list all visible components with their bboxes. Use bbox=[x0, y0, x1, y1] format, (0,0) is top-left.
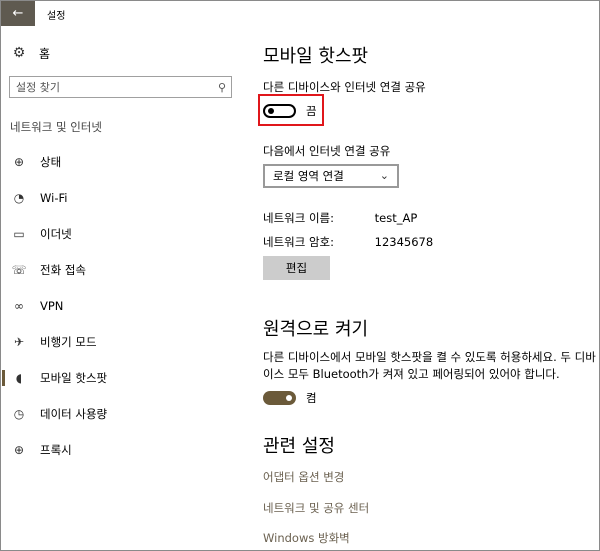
back-button[interactable]: ← bbox=[1, 1, 35, 26]
network-name-row: 네트워크 이름: test_AP bbox=[263, 210, 417, 226]
remote-title: 원격으로 켜기 bbox=[263, 319, 369, 340]
main-content: 모바일 핫스팟 다른 디바이스와 인터넷 연결 공유 끔 다음에서 인터넷 연결… bbox=[258, 26, 598, 550]
sidebar-home-label: 홈 bbox=[39, 46, 51, 61]
data-usage-icon: ◷ bbox=[13, 407, 25, 421]
page-title: 모바일 핫스팟 bbox=[263, 46, 369, 67]
sidebar-item-label: 모바일 핫스팟 bbox=[40, 371, 108, 385]
sidebar-home[interactable]: ⚙ 홈 bbox=[11, 43, 50, 63]
share-toggle-row: 끔 bbox=[263, 103, 317, 119]
share-label: 다른 디바이스와 인터넷 연결 공유 bbox=[263, 80, 426, 94]
sidebar: ⚙ 홈 ⚲ 네트워크 및 인터넷 ⊕ 상태 ◔ Wi-Fi ▭ 이더넷 ☏ 전화 bbox=[1, 26, 233, 550]
sidebar-item-airplane[interactable]: ✈ 비행기 모드 bbox=[1, 324, 233, 360]
toggle-knob bbox=[286, 395, 292, 401]
remote-description: 다른 디바이스에서 모바일 핫스팟을 켤 수 있도록 허용하세요. 두 디바이스… bbox=[263, 350, 596, 381]
share-from-dropdown[interactable]: 로컬 영역 연결 ⌄ bbox=[263, 164, 399, 188]
globe-icon: ⊕ bbox=[13, 155, 25, 169]
hotspot-icon: ◖ bbox=[15, 371, 23, 385]
search-box: ⚲ bbox=[9, 76, 232, 98]
edit-button[interactable]: 편집 bbox=[263, 256, 330, 280]
back-arrow-icon: ← bbox=[12, 6, 24, 21]
network-name-key: 네트워크 이름: bbox=[263, 211, 335, 225]
window-title: 설정 bbox=[47, 11, 66, 22]
search-input[interactable] bbox=[10, 78, 213, 96]
sidebar-item-status[interactable]: ⊕ 상태 bbox=[1, 144, 233, 180]
settings-window: ← 설정 ⚙ 홈 ⚲ 네트워크 및 인터넷 ⊕ 상태 ◔ Wi-Fi ▭ 이더넷 bbox=[0, 0, 600, 551]
share-from-label: 다음에서 인터넷 연결 공유 bbox=[263, 144, 391, 158]
share-toggle[interactable] bbox=[263, 104, 296, 118]
sidebar-item-data-usage[interactable]: ◷ 데이터 사용량 bbox=[1, 396, 233, 432]
share-toggle-label: 끔 bbox=[306, 104, 317, 118]
sidebar-item-label: 이더넷 bbox=[40, 227, 72, 241]
chevron-down-icon: ⌄ bbox=[379, 169, 389, 182]
link-adapter-options[interactable]: 어댑터 옵션 변경 bbox=[263, 469, 344, 485]
network-password-key: 네트워크 암호: bbox=[263, 235, 335, 249]
airplane-icon: ✈ bbox=[13, 335, 25, 349]
network-password-row: 네트워크 암호: 12345678 bbox=[263, 234, 433, 250]
sidebar-item-label: 상태 bbox=[40, 155, 62, 169]
sidebar-item-ethernet[interactable]: ▭ 이더넷 bbox=[1, 216, 233, 252]
network-password-value: 12345678 bbox=[374, 235, 434, 249]
link-windows-firewall[interactable]: Windows 방화벽 bbox=[263, 530, 350, 546]
sidebar-item-label: 프록시 bbox=[40, 443, 72, 457]
sidebar-item-label: 데이터 사용량 bbox=[40, 407, 108, 421]
remote-toggle-label: 켬 bbox=[306, 391, 317, 405]
remote-toggle-row: 켬 bbox=[263, 390, 317, 406]
ethernet-icon: ▭ bbox=[13, 227, 25, 241]
remote-toggle[interactable] bbox=[263, 391, 296, 405]
dropdown-value: 로컬 영역 연결 bbox=[273, 169, 344, 183]
vpn-icon: ∞ bbox=[14, 299, 24, 313]
sidebar-item-mobile-hotspot[interactable]: ◖ 모바일 핫스팟 bbox=[1, 360, 233, 396]
network-name-value: test_AP bbox=[374, 211, 418, 225]
sidebar-item-vpn[interactable]: ∞ VPN bbox=[1, 288, 233, 324]
sidebar-item-label: 전화 접속 bbox=[40, 263, 86, 277]
sidebar-item-dialup[interactable]: ☏ 전화 접속 bbox=[1, 252, 233, 288]
title-bar: ← 설정 bbox=[1, 1, 599, 26]
phone-icon: ☏ bbox=[11, 263, 27, 277]
wifi-icon: ◔ bbox=[13, 191, 25, 205]
section-label: 네트워크 및 인터넷 bbox=[10, 120, 102, 134]
sidebar-item-proxy[interactable]: ⊕ 프록시 bbox=[1, 432, 233, 468]
sidebar-item-label: Wi-Fi bbox=[40, 191, 68, 205]
gear-icon: ⚙ bbox=[12, 45, 26, 61]
related-settings-title: 관련 설정 bbox=[263, 436, 335, 457]
toggle-knob bbox=[268, 108, 274, 114]
search-icon[interactable]: ⚲ bbox=[213, 81, 231, 94]
sidebar-nav: ⊕ 상태 ◔ Wi-Fi ▭ 이더넷 ☏ 전화 접속 ∞ VPN ✈ 비행기 모… bbox=[1, 144, 233, 468]
globe-icon: ⊕ bbox=[13, 443, 25, 457]
sidebar-item-label: 비행기 모드 bbox=[40, 335, 97, 349]
sidebar-item-label: VPN bbox=[40, 299, 64, 313]
link-network-sharing-center[interactable]: 네트워크 및 공유 센터 bbox=[263, 500, 369, 516]
sidebar-item-wifi[interactable]: ◔ Wi-Fi bbox=[1, 180, 233, 216]
